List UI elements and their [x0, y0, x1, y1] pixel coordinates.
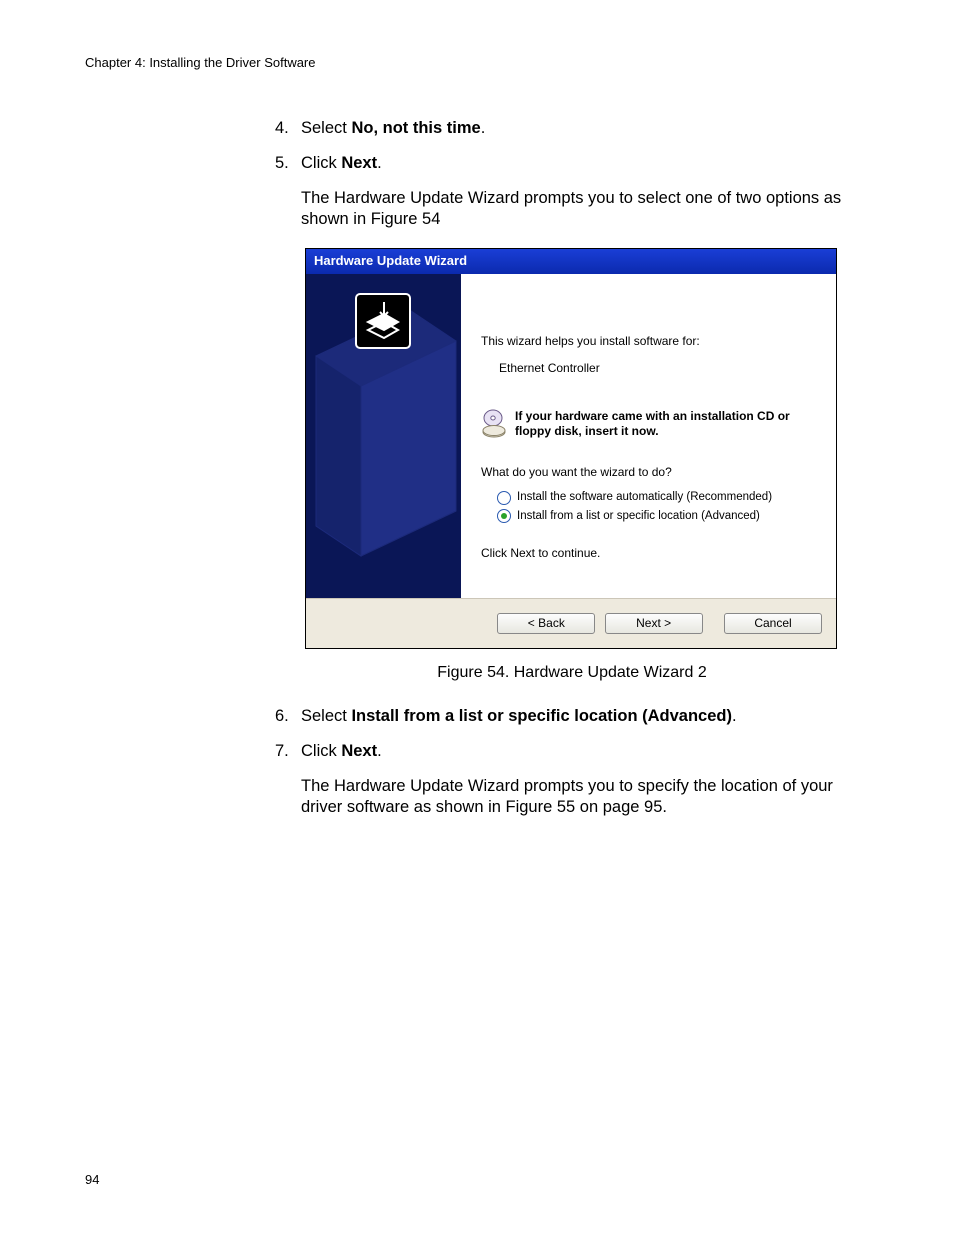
step-text: Select Install from a list or specific l… — [301, 706, 869, 727]
wizard-device-name: Ethernet Controller — [499, 361, 820, 376]
cancel-button[interactable]: Cancel — [724, 613, 822, 634]
text: Click — [301, 742, 341, 760]
step-number: 4. — [275, 118, 301, 139]
wizard-sidebar — [306, 274, 461, 598]
step-text: Click Next. — [301, 741, 869, 762]
bold-text: No, not this time — [351, 119, 480, 137]
step-text: Click Next. — [301, 153, 869, 174]
radio-option-advanced[interactable]: Install from a list or specific location… — [497, 509, 820, 524]
step-5-paragraph: The Hardware Update Wizard prompts you t… — [301, 188, 869, 230]
step-6: 6. Select Install from a list or specifi… — [275, 706, 869, 727]
wizard-footer: < Back Next > Cancel — [306, 598, 836, 648]
wizard-content: This wizard helps you install software f… — [461, 274, 836, 598]
text: . — [732, 707, 737, 725]
radio-option-automatic[interactable]: Install the software automatically (Reco… — [497, 490, 820, 505]
wizard-cd-hint: If your hardware came with an installati… — [481, 409, 820, 439]
step-number: 5. — [275, 153, 301, 174]
text: . — [481, 119, 486, 137]
cd-icon — [481, 409, 507, 439]
bold-text: Next — [341, 742, 377, 760]
wizard-sidebar-icon — [306, 286, 461, 598]
step-number: 7. — [275, 741, 301, 762]
step-5: 5. Click Next. — [275, 153, 869, 174]
radio-label: Install from a list or specific location… — [517, 509, 760, 524]
bold-text: Install from a list or specific location… — [351, 707, 732, 725]
wizard-dialog: Hardware Update Wizard — [305, 248, 837, 649]
step-4: 4. Select No, not this time. — [275, 118, 869, 139]
wizard-question: What do you want the wizard to do? — [481, 465, 820, 480]
step-text: Select No, not this time. — [301, 118, 869, 139]
back-button[interactable]: < Back — [497, 613, 595, 634]
next-button[interactable]: Next > — [605, 613, 703, 634]
page-number: 94 — [85, 1172, 99, 1187]
wizard-titlebar: Hardware Update Wizard — [306, 249, 836, 274]
text: Select — [301, 707, 351, 725]
bold-text: Next — [341, 154, 377, 172]
figure-caption: Figure 54. Hardware Update Wizard 2 — [275, 663, 869, 683]
radio-label: Install the software automatically (Reco… — [517, 490, 772, 505]
text: . — [377, 154, 382, 172]
text: Select — [301, 119, 351, 137]
step-7: 7. Click Next. — [275, 741, 869, 762]
radio-unselected-icon — [497, 491, 511, 505]
wizard-intro: This wizard helps you install software f… — [481, 334, 820, 349]
step-7-paragraph: The Hardware Update Wizard prompts you t… — [301, 776, 869, 818]
chapter-header: Chapter 4: Installing the Driver Softwar… — [85, 55, 869, 70]
text: . — [377, 742, 382, 760]
radio-selected-icon — [497, 509, 511, 523]
text: Click — [301, 154, 341, 172]
step-number: 6. — [275, 706, 301, 727]
content-area: 4. Select No, not this time. 5. Click Ne… — [275, 118, 869, 818]
wizard-continue-hint: Click Next to continue. — [481, 546, 820, 561]
wizard-cd-text: If your hardware came with an installati… — [515, 409, 820, 439]
